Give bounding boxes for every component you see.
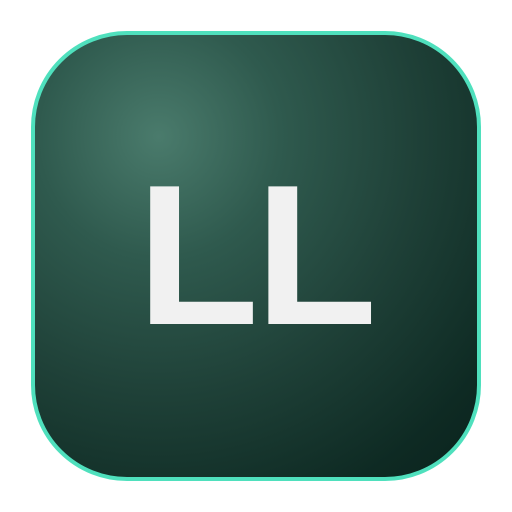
monogram: L L (35, 35, 477, 477)
monogram-letter-second: L (255, 144, 377, 367)
monogram-letter-first: L (136, 144, 259, 367)
app-icon: L L (31, 31, 481, 481)
